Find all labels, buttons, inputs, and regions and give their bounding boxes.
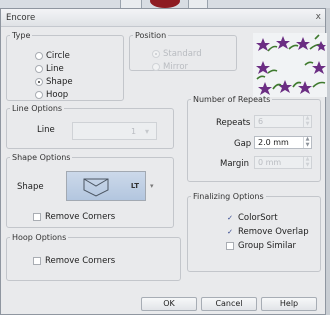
position-legend: Position: [135, 31, 167, 40]
gap-label: Gap: [234, 139, 252, 149]
radio-icon: [35, 52, 43, 60]
line-number-select[interactable]: 1 ▾: [72, 122, 157, 140]
radio-shape[interactable]: Shape: [35, 77, 73, 87]
margin-label: Margin: [220, 159, 250, 169]
repeats-input[interactable]: 6 ▲ ▼: [254, 115, 312, 128]
radio-circle[interactable]: Circle: [35, 51, 70, 61]
hoop-options-group: Hoop Options Remove Corners: [6, 233, 181, 281]
shape-code: LT: [130, 182, 139, 190]
radio-icon: [152, 63, 160, 71]
margin-input[interactable]: 0 mm ▲ ▼: [254, 156, 312, 169]
radio-icon: [35, 65, 43, 73]
encore-dialog: Encore x Type Circle Line Shape Hoop Pos…: [0, 8, 327, 315]
checkmark-icon: ✓: [227, 227, 233, 236]
title-bar: Encore x: [1, 9, 325, 27]
line-label: Line: [37, 125, 55, 135]
colorsort-checkbox[interactable]: ✓ ColorSort: [226, 213, 278, 223]
radio-hoop[interactable]: Hoop: [35, 90, 68, 100]
hoop-remove-corners-checkbox[interactable]: Remove Corners: [33, 256, 115, 266]
position-group: Position Standard Mirror: [129, 31, 237, 72]
finalizing-options-group: Finalizing Options ✓ ColorSort ✓ Remove …: [187, 192, 321, 272]
line-value: 1: [131, 127, 137, 136]
checkmark-icon: ✓: [227, 213, 233, 222]
shape-remove-corners-checkbox[interactable]: Remove Corners: [33, 212, 115, 222]
radio-label: Line: [46, 64, 64, 74]
cancel-button[interactable]: Cancel: [201, 297, 257, 311]
type-legend: Type: [12, 31, 31, 40]
line-options-legend: Line Options: [12, 104, 63, 113]
radio-icon: [35, 91, 43, 99]
type-group: Type Circle Line Shape Hoop: [6, 31, 124, 101]
spinner-icon[interactable]: ▲ ▼: [303, 156, 311, 168]
background-red-shape: [150, 0, 180, 8]
background-window-strip: [0, 0, 330, 8]
shape-outline-icon: [83, 178, 109, 197]
finalizing-legend: Finalizing Options: [193, 192, 264, 201]
radio-mirror[interactable]: Mirror: [152, 62, 188, 72]
repeats-legend: Number of Repeats: [193, 95, 271, 104]
radio-label: Standard: [163, 49, 202, 59]
radio-label: Circle: [46, 51, 70, 61]
remove-overlap-checkbox[interactable]: ✓ Remove Overlap: [226, 227, 309, 237]
spinner-icon[interactable]: ▲ ▼: [303, 115, 311, 127]
radio-icon: [152, 50, 160, 58]
repeats-value: 6: [258, 117, 264, 126]
shape-select[interactable]: LT: [66, 171, 146, 201]
help-button[interactable]: Help: [261, 297, 317, 311]
group-similar-checkbox[interactable]: Group Similar: [226, 241, 296, 251]
radio-label: Shape: [46, 77, 73, 87]
design-preview-image: [253, 33, 327, 97]
background-element: [188, 0, 208, 8]
hoop-options-legend: Hoop Options: [12, 233, 67, 242]
line-options-group: Line Options Line 1 ▾: [6, 104, 174, 149]
checkbox-icon: [226, 242, 234, 250]
margin-value: 0 mm: [258, 158, 282, 167]
checkbox-label: Remove Corners: [45, 256, 116, 266]
checkbox-icon: [33, 213, 41, 221]
shape-options-group: Shape Options Shape LT ▾ Remove Corners: [6, 153, 174, 228]
checkbox-label: Remove Corners: [45, 212, 116, 222]
repeats-group: Number of Repeats Repeats 6 ▲ ▼ Gap 2.0 m…: [187, 95, 321, 182]
radio-label: Mirror: [163, 62, 189, 72]
radio-label: Hoop: [46, 90, 69, 100]
chevron-down-icon[interactable]: ▾: [150, 182, 154, 190]
shape-label: Shape: [17, 182, 44, 192]
ok-button[interactable]: OK: [141, 297, 197, 311]
radio-icon: [35, 78, 43, 86]
checkbox-label: Group Similar: [238, 241, 297, 251]
radio-line[interactable]: Line: [35, 64, 64, 74]
background-element: [120, 0, 142, 8]
checkbox-label: Remove Overlap: [238, 227, 309, 237]
repeats-label: Repeats: [216, 118, 251, 128]
gap-input[interactable]: 2.0 mm ▲ ▼: [254, 136, 312, 149]
chevron-down-icon: ▾: [145, 127, 150, 136]
close-icon[interactable]: x: [316, 12, 321, 22]
shape-options-legend: Shape Options: [12, 153, 71, 162]
checkbox-label: ColorSort: [238, 213, 278, 223]
gap-value: 2.0 mm: [258, 138, 289, 147]
checkbox-icon: [33, 257, 41, 265]
spinner-icon[interactable]: ▲ ▼: [303, 136, 311, 148]
dialog-title: Encore: [6, 13, 36, 23]
radio-standard[interactable]: Standard: [152, 49, 202, 59]
